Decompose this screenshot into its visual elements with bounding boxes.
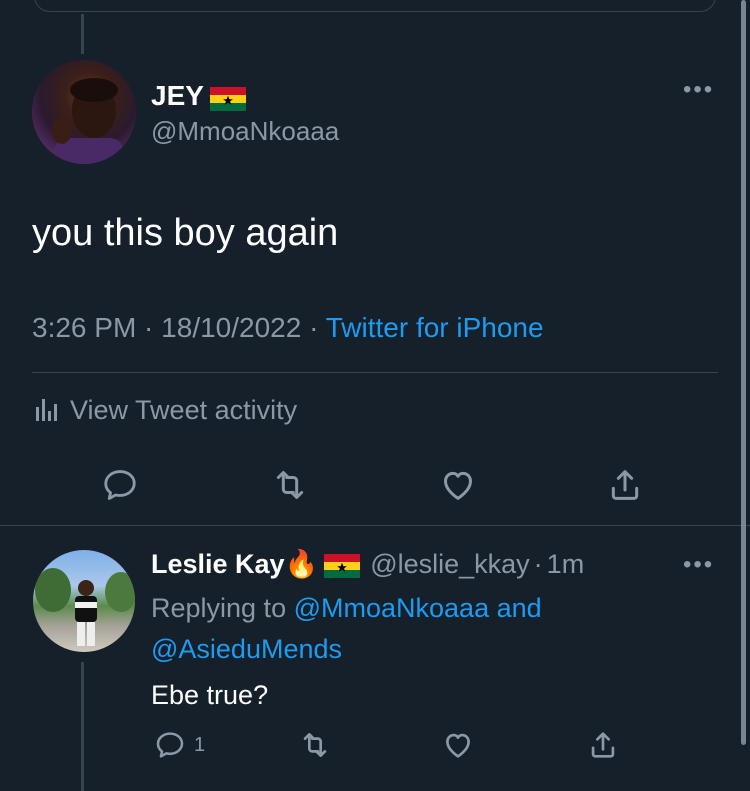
replying-prefix: Replying to	[151, 593, 294, 623]
retweet-icon	[276, 471, 304, 499]
meta-separator: ·	[136, 312, 162, 343]
avatar[interactable]	[33, 550, 135, 652]
tweet-text: Ebe true?	[151, 680, 269, 710]
activity-label: View Tweet activity	[70, 395, 298, 425]
thread-connector-line	[81, 14, 84, 54]
tweet-text: you this boy again	[32, 212, 339, 254]
avatar-photo	[52, 78, 124, 164]
thread-connector-line	[81, 662, 84, 791]
more-horizontal-icon[interactable]: •••	[683, 551, 714, 579]
more-horizontal-icon[interactable]: •••	[683, 76, 714, 104]
fire-emoji: 🔥	[284, 549, 319, 579]
author-handle[interactable]: @MmoaNkoaaa	[151, 116, 339, 147]
like-button[interactable]	[438, 465, 478, 505]
quoted-tweet-card-edge[interactable]	[34, 0, 716, 12]
tweet-age[interactable]: 1m	[547, 549, 585, 579]
retweet-icon	[303, 733, 327, 757]
reply-icon	[156, 732, 184, 758]
replying-to: Replying to @MmoaNkoaaa and @AsieduMends	[151, 588, 671, 670]
share-button[interactable]	[585, 727, 621, 763]
share-button[interactable]	[605, 465, 645, 505]
divider	[0, 525, 750, 526]
share-icon	[591, 732, 615, 758]
author-handle[interactable]: @leslie_kkay	[370, 549, 529, 579]
scrollbar[interactable]	[741, 0, 746, 745]
like-icon	[446, 733, 470, 758]
meta-separator: ·	[301, 312, 326, 343]
tweet-meta: 3:26 PM · 18/10/2022 · Twitter for iPhon…	[32, 312, 544, 344]
tweet-source-link[interactable]: Twitter for iPhone	[326, 312, 544, 343]
age-separator: ·	[533, 549, 543, 579]
reply-icon	[104, 470, 136, 500]
author-name-row[interactable]: JEY	[151, 80, 246, 112]
ghana-flag-icon	[324, 553, 361, 578]
like-icon	[444, 471, 472, 500]
avatar[interactable]	[32, 60, 136, 164]
avatar-photo	[35, 568, 135, 646]
reply-count: 1	[194, 733, 206, 756]
retweet-button[interactable]	[270, 465, 310, 505]
replying-and: and	[489, 593, 542, 623]
author-name[interactable]: Leslie Kay	[151, 549, 285, 579]
mention-link[interactable]: @MmoaNkoaaa	[294, 593, 490, 623]
share-icon	[611, 470, 639, 500]
tweet-date[interactable]: 18/10/2022	[161, 312, 301, 343]
like-button[interactable]	[440, 727, 476, 763]
reply-author-row: Leslie Kay🔥 @leslie_kkay · 1m	[151, 548, 584, 580]
analytics-icon	[36, 399, 57, 421]
author-name[interactable]: JEY	[151, 80, 204, 111]
mention-link[interactable]: @AsieduMends	[151, 634, 342, 664]
tweet-time[interactable]: 3:26 PM	[32, 312, 136, 343]
retweet-button[interactable]	[297, 727, 333, 763]
divider	[32, 372, 718, 373]
reply-button[interactable]: 1	[152, 727, 205, 763]
view-tweet-activity-link[interactable]: View Tweet activity	[34, 395, 297, 426]
reply-button[interactable]	[100, 465, 140, 505]
reply-icon-wrap	[152, 727, 188, 763]
ghana-flag-icon	[209, 86, 246, 111]
